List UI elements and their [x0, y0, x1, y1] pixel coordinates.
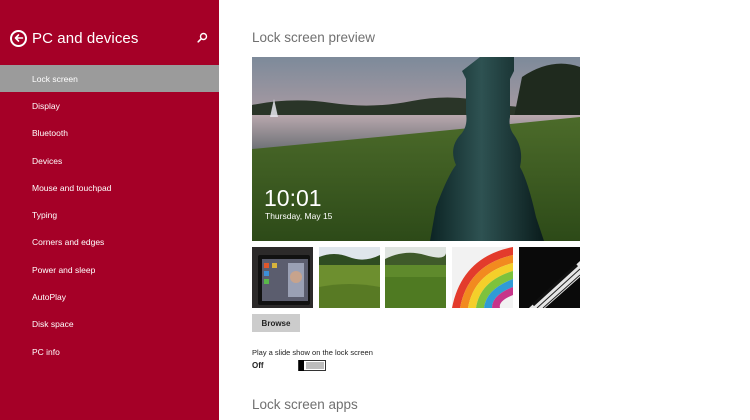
sidebar-item-power-and-sleep[interactable]: Power and sleep	[0, 256, 219, 283]
toggle-thumb[interactable]	[299, 360, 304, 371]
slideshow-toggle[interactable]	[298, 360, 326, 371]
sidebar-item-label: AutoPlay	[32, 292, 67, 303]
sidebar-item-label: Power and sleep	[32, 264, 96, 275]
thumbnail-piano-image	[519, 247, 580, 308]
sidebar-item-label: PC info	[32, 346, 60, 357]
sidebar-header: PC and devices	[10, 26, 210, 50]
sidebar-item-bluetooth[interactable]: Bluetooth	[0, 120, 219, 147]
thumbnail-meadow-image	[385, 247, 446, 308]
lock-screen-apps-heading: Lock screen apps	[252, 397, 358, 412]
thumbnail-tablet-image	[252, 247, 313, 308]
sidebar-item-pc-info[interactable]: PC info	[0, 338, 219, 365]
preview-clock: 10:01	[264, 185, 322, 211]
search-icon	[196, 32, 207, 43]
sidebar-item-disk-space[interactable]: Disk space	[0, 311, 219, 338]
lock-screen-preview-image: 10:01 Thursday, May 15	[252, 57, 580, 241]
sidebar-item-corners-and-edges[interactable]: Corners and edges	[0, 229, 219, 256]
slideshow-state-text: Off	[252, 361, 264, 370]
sidebar-item-label: Mouse and touchpad	[32, 182, 112, 193]
thumbnail-meadow[interactable]	[385, 247, 446, 308]
sidebar-item-lock-screen[interactable]: Lock screen	[0, 65, 219, 93]
sidebar-item-label: Devices	[32, 155, 63, 166]
thumbnail-piano[interactable]	[519, 247, 580, 308]
sidebar-nav: Lock screen Display Bluetooth Devices Mo…	[0, 65, 219, 365]
thumbnail-stripes-image	[452, 247, 513, 308]
sidebar-item-autoplay[interactable]: AutoPlay	[0, 283, 219, 310]
sidebar-item-label: Lock screen	[32, 73, 78, 84]
sidebar-item-label: Corners and edges	[32, 237, 105, 248]
toggle-track	[306, 362, 324, 369]
background-thumbnails	[252, 247, 580, 308]
back-arrow-icon	[14, 34, 23, 42]
lock-screen-preview-heading: Lock screen preview	[252, 30, 376, 45]
thumbnail-color-stripes[interactable]	[452, 247, 513, 308]
thumbnail-tablet[interactable]	[252, 247, 313, 308]
search-button[interactable]	[194, 29, 210, 45]
sidebar-item-label: Disk space	[32, 319, 74, 330]
sidebar-item-devices[interactable]: Devices	[0, 147, 219, 174]
sidebar-item-display[interactable]: Display	[0, 92, 219, 119]
page-title: PC and devices	[32, 29, 139, 47]
main-content: Lock screen preview 10:01 Thursday, May …	[252, 0, 722, 420]
sidebar-item-typing[interactable]: Typing	[0, 201, 219, 228]
sidebar-item-label: Bluetooth	[32, 128, 68, 139]
back-button[interactable]	[10, 29, 27, 47]
thumbnail-field-image	[319, 247, 380, 308]
sidebar-item-label: Display	[32, 100, 60, 111]
sidebar-item-mouse-and-touchpad[interactable]: Mouse and touchpad	[0, 174, 219, 201]
browse-button[interactable]: Browse	[252, 314, 300, 332]
thumbnail-field[interactable]	[319, 247, 380, 308]
preview-date: Thursday, May 15	[265, 211, 333, 221]
sidebar-item-label: Typing	[32, 210, 58, 221]
sidebar: PC and devices Lock screen Display Bluet…	[0, 0, 219, 420]
slideshow-label: Play a slide show on the lock screen	[252, 348, 373, 357]
